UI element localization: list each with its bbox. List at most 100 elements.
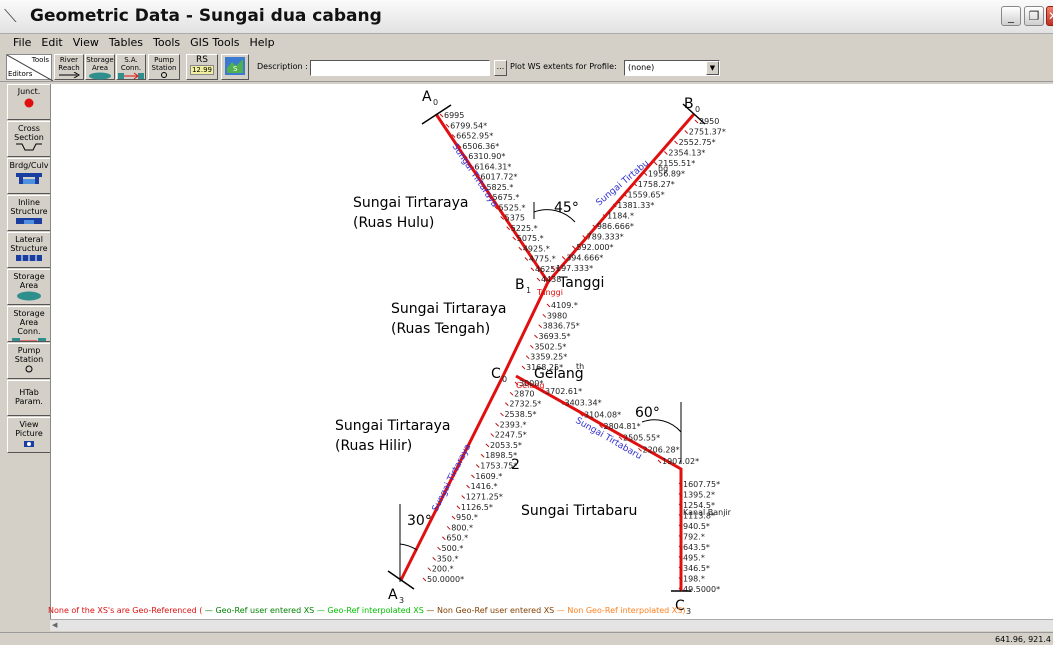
minimize-button[interactable]: _ bbox=[1001, 6, 1021, 26]
profile-select[interactable]: (none) ▼ bbox=[624, 60, 720, 76]
xs-tick[interactable] bbox=[572, 245, 576, 250]
xs-station-label[interactable]: 2732.5* bbox=[509, 400, 541, 409]
xs-station-label[interactable]: 350.* bbox=[437, 554, 459, 563]
xs-tick[interactable] bbox=[529, 344, 534, 349]
xs-tick[interactable] bbox=[530, 267, 535, 272]
xs-station-label[interactable]: 1395.2* bbox=[683, 491, 715, 500]
xs-station-label[interactable]: 1898.5* bbox=[485, 451, 517, 460]
xs-station-label[interactable]: 3000* bbox=[519, 379, 543, 388]
xs-station-label[interactable]: 5675.* bbox=[493, 193, 520, 202]
xs-station-label[interactable]: 5825.* bbox=[486, 183, 513, 192]
xs-station-label[interactable]: 2155.51* bbox=[658, 159, 695, 168]
xs-station-label[interactable]: 3980 bbox=[547, 311, 567, 320]
xs-tick[interactable] bbox=[437, 546, 441, 551]
xs-tick[interactable] bbox=[664, 151, 668, 155]
menu-view[interactable]: View bbox=[68, 35, 104, 51]
xs-station-label[interactable]: 5525.* bbox=[499, 203, 526, 212]
xs-station-label[interactable]: 2950 bbox=[699, 117, 719, 126]
xs-station-label[interactable]: 200.* bbox=[432, 565, 454, 574]
xs-station-label[interactable]: 1956.89* bbox=[648, 170, 685, 179]
xs-tick[interactable] bbox=[504, 402, 509, 406]
description-browse-button[interactable]: ... bbox=[494, 60, 507, 76]
xs-station-label[interactable]: 1271.25* bbox=[466, 492, 503, 501]
xs-station-label[interactable]: 1609.* bbox=[475, 472, 502, 481]
xs-station-label[interactable]: 500.* bbox=[442, 544, 464, 553]
menu-edit[interactable]: Edit bbox=[36, 35, 67, 51]
xs-station-label[interactable]: 346.5* bbox=[683, 564, 710, 573]
lateral-structure-button[interactable]: Lateral Structure bbox=[7, 232, 51, 268]
xs-station-label[interactable]: 2804.81* bbox=[604, 422, 641, 431]
xs-station-label[interactable]: 792.* bbox=[683, 533, 705, 542]
htab-param-button[interactable]: HTab Param. bbox=[7, 380, 51, 416]
xs-tick[interactable] bbox=[451, 515, 456, 520]
cross-section-button[interactable]: Cross Section bbox=[7, 121, 51, 157]
xs-station-label[interactable]: 2505.55* bbox=[623, 434, 660, 443]
xs-station-label[interactable]: 4438 bbox=[541, 275, 561, 284]
xs-tick[interactable] bbox=[653, 161, 658, 166]
xs-tick[interactable] bbox=[525, 355, 530, 360]
xs-station-label[interactable]: 3359.25* bbox=[530, 353, 567, 362]
xs-station-label[interactable]: 1126.5* bbox=[461, 503, 493, 512]
xs-tick[interactable] bbox=[524, 257, 529, 261]
xs-tick[interactable] bbox=[643, 172, 648, 176]
xs-tick[interactable] bbox=[536, 277, 541, 282]
xs-station-label[interactable]: 4775.* bbox=[529, 255, 556, 264]
xs-tick[interactable] bbox=[480, 453, 485, 458]
xs-station-label[interactable]: 6652.95* bbox=[456, 132, 493, 141]
xs-station-label[interactable]: 1184.* bbox=[607, 212, 634, 221]
xs-station-label[interactable]: 3693.5* bbox=[539, 332, 571, 341]
xs-station-label[interactable]: 789.333* bbox=[587, 233, 624, 242]
xs-station-label[interactable]: 49.5000* bbox=[683, 585, 720, 594]
xs-tick[interactable] bbox=[471, 474, 475, 479]
xs-station-label[interactable]: 950.* bbox=[456, 513, 478, 522]
xs-station-label[interactable]: 643.5* bbox=[683, 543, 710, 552]
xs-station-label[interactable]: 1559.65* bbox=[628, 191, 665, 200]
xs-station-label[interactable]: 394.666* bbox=[566, 254, 603, 263]
junction-button[interactable]: Junct. bbox=[7, 84, 51, 120]
xs-tick[interactable] bbox=[561, 256, 566, 260]
xs-tick[interactable] bbox=[674, 140, 678, 145]
river-network-map[interactable]: A 0 B 0 B 1 C 0 A 3 C 3 Sungai Tirtaraya… bbox=[51, 84, 1053, 619]
geometry-canvas[interactable]: A 0 B 0 B 1 C 0 A 3 C 3 Sungai Tirtaraya… bbox=[50, 84, 1053, 619]
xs-station-label[interactable]: 6799.54* bbox=[450, 121, 487, 130]
close-button[interactable]: ✕ bbox=[1046, 6, 1053, 26]
xs-station-label[interactable]: 940.5* bbox=[683, 522, 710, 531]
xs-tick[interactable] bbox=[427, 567, 432, 572]
xs-station-label[interactable]: 800.* bbox=[451, 523, 473, 532]
xs-tick[interactable] bbox=[439, 113, 444, 118]
xs-tick[interactable] bbox=[512, 236, 517, 241]
xs-station-label[interactable]: 5375 bbox=[505, 214, 525, 223]
xs-station-label[interactable]: 3502.5* bbox=[534, 342, 566, 351]
xs-tick[interactable] bbox=[475, 464, 480, 468]
xs-tick[interactable] bbox=[461, 495, 466, 499]
xs-tick[interactable] bbox=[445, 123, 450, 128]
xs-tick[interactable] bbox=[485, 443, 490, 448]
xs-station-label[interactable]: 3403.34* bbox=[565, 399, 602, 408]
chevron-down-icon[interactable]: ▼ bbox=[706, 61, 719, 75]
tools-editors-toggle[interactable]: Tools Editors bbox=[6, 54, 53, 81]
xs-station-label[interactable]: 2393.* bbox=[500, 420, 527, 429]
xs-station-label[interactable]: 6164.31* bbox=[474, 162, 511, 171]
xs-station-label[interactable]: 592.000* bbox=[576, 243, 613, 252]
xs-station-label[interactable]: 2538.5* bbox=[504, 410, 536, 419]
xs-tick[interactable] bbox=[538, 324, 543, 329]
sa-conn-button[interactable]: S.A. Conn. bbox=[116, 54, 146, 80]
xs-station-label[interactable]: 198.* bbox=[683, 575, 705, 584]
menu-help[interactable]: Help bbox=[245, 35, 280, 51]
xs-tick[interactable] bbox=[521, 365, 526, 370]
xs-station-label[interactable]: 6506.36* bbox=[462, 142, 499, 151]
xs-station-label[interactable]: 3702.61* bbox=[545, 387, 582, 396]
xs-station-label[interactable]: 1907.02* bbox=[662, 457, 699, 466]
xs-tick[interactable] bbox=[500, 412, 504, 417]
xs-station-label[interactable]: 495.* bbox=[683, 554, 705, 563]
xs-tick[interactable] bbox=[495, 422, 499, 427]
description-input[interactable] bbox=[310, 60, 490, 76]
xs-station-label[interactable]: 197.333* bbox=[556, 264, 593, 273]
river-reach-button[interactable]: River Reach bbox=[54, 54, 84, 80]
gis-map-button[interactable]: S bbox=[221, 54, 249, 80]
xs-tick[interactable] bbox=[466, 484, 470, 489]
xs-station-label[interactable]: 4925.* bbox=[523, 244, 550, 253]
xs-tick[interactable] bbox=[446, 526, 451, 530]
xs-station-label[interactable]: 6995 bbox=[444, 111, 464, 120]
menu-tools[interactable]: Tools bbox=[148, 35, 185, 51]
